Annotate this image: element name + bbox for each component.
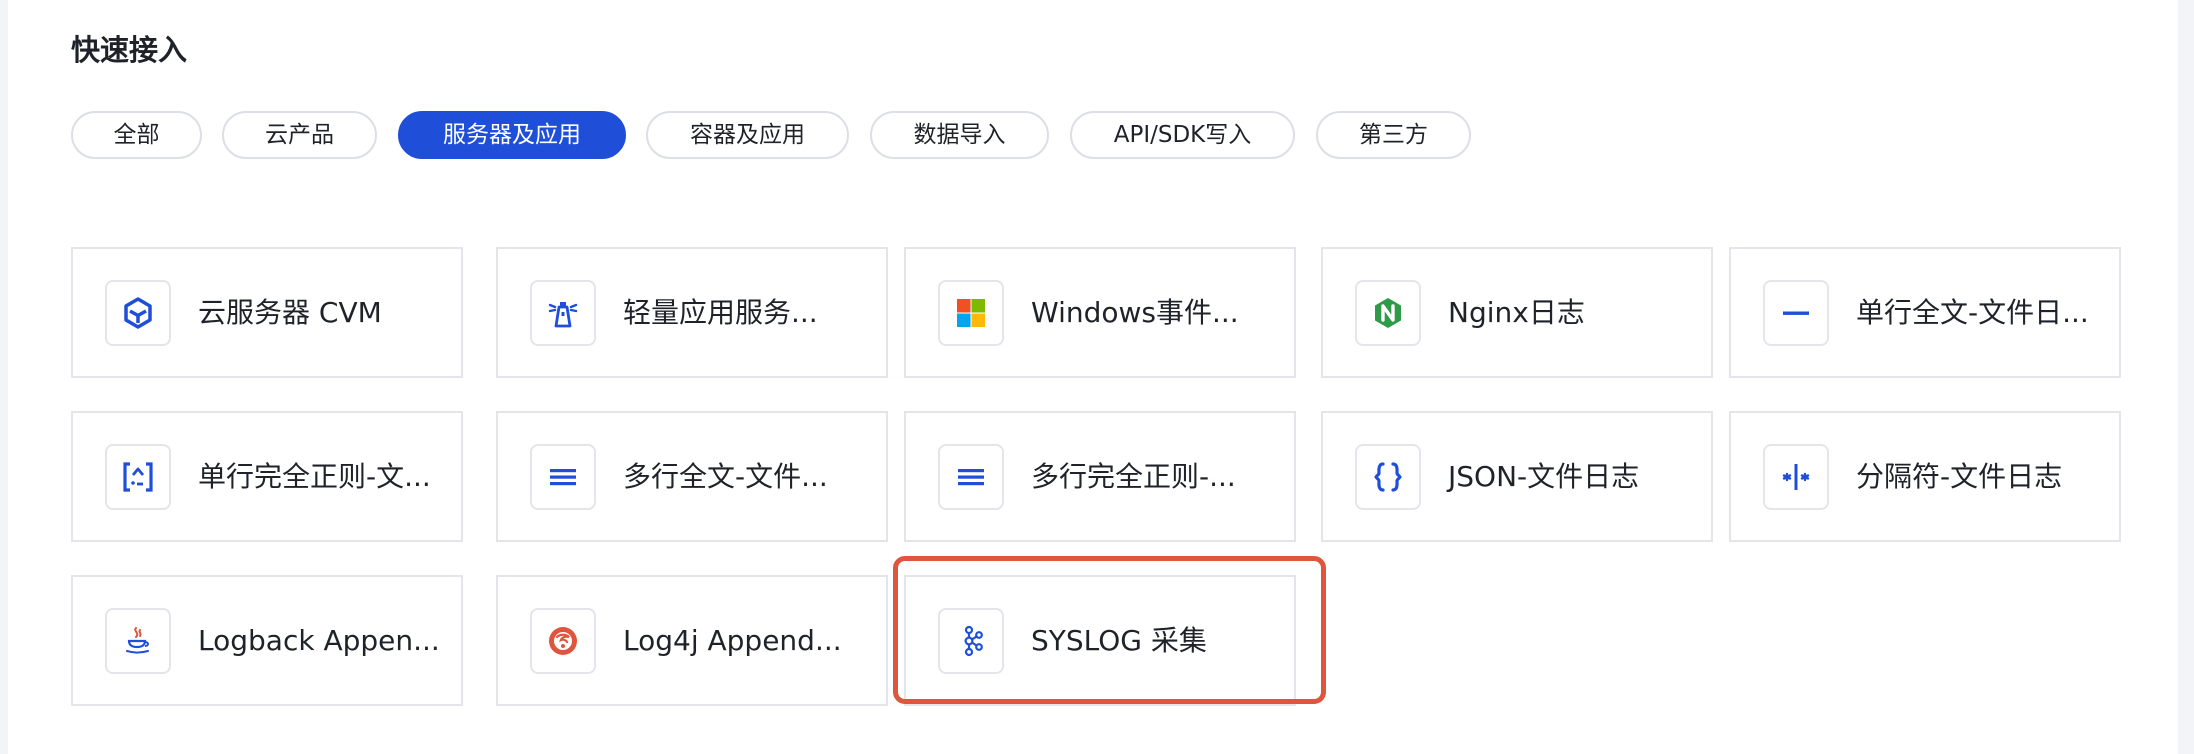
tab-api-sdk[interactable]: API/SDK写入 [1070,111,1295,159]
java-cup-icon [126,627,149,654]
section-title: 快速接入 [71,33,188,67]
card-separator[interactable]: 分隔符-文件日志 [1729,411,2121,542]
kafka-nodes-icon [964,625,983,657]
tab-data-import[interactable]: 数据导入 [870,111,1049,159]
card-label: 分隔符-文件日志 [1856,460,2063,493]
curly-braces-icon [1374,462,1402,492]
card-cvm[interactable]: 云服务器 CVM [71,247,463,378]
tab-all[interactable]: 全部 [71,111,202,159]
card-label: SYSLOG 采集 [1031,624,1207,657]
card-label: 多行完全正则-... [1031,460,1236,493]
cube-icon [124,297,152,329]
log4j-icon [549,627,577,655]
tab-cloud-products[interactable]: 云产品 [222,111,377,159]
card-single-line-regex[interactable]: 单行完全正则-文... [71,411,463,542]
card-windows-events[interactable]: Windows事件... [904,247,1296,378]
card-json[interactable]: JSON-文件日志 [1321,411,1713,542]
quick-access-panel: 快速接入 全部 云产品 服务器及应用 容器及应用 数据导入 API/SDK写入 … [8,0,2178,754]
tab-third-party[interactable]: 第三方 [1316,111,1471,159]
card-label: Logback Appen... [198,624,440,657]
card-multi-line-fulltext[interactable]: 多行全文-文件... [496,411,888,542]
card-label: 轻量应用服务... [623,296,818,329]
card-label: 单行全文-文件日... [1856,296,2089,329]
card-nginx[interactable]: Nginx日志 [1321,247,1713,378]
card-logback-appender[interactable]: Logback Appen... [71,575,463,706]
card-lighthouse[interactable]: 轻量应用服务... [496,247,888,378]
card-syslog[interactable]: SYSLOG 采集 [904,575,1296,706]
multi-line-icon [958,469,984,486]
card-label: 单行完全正则-文... [198,460,431,493]
card-label: Nginx日志 [1448,296,1585,329]
single-line-icon [1783,311,1809,315]
card-label: 多行全文-文件... [623,460,828,493]
card-log4j-appender[interactable]: Log4j Append... [496,575,888,706]
lighthouse-icon [548,302,578,328]
card-multi-line-regex[interactable]: 多行完全正则-... [904,411,1296,542]
nginx-icon [1375,298,1401,328]
card-label: Windows事件... [1031,296,1239,329]
windows-icon [957,299,985,327]
separator-icon [1782,464,1810,490]
multi-line-icon [550,469,576,486]
card-label: Log4j Append... [623,624,842,657]
regex-bracket-icon [123,462,153,492]
tab-containers-and-apps[interactable]: 容器及应用 [646,111,849,159]
card-single-line-fulltext[interactable]: 单行全文-文件日... [1729,247,2121,378]
card-label: JSON-文件日志 [1448,460,1640,493]
card-label: 云服务器 CVM [198,296,382,329]
tab-servers-and-apps[interactable]: 服务器及应用 [398,111,626,159]
